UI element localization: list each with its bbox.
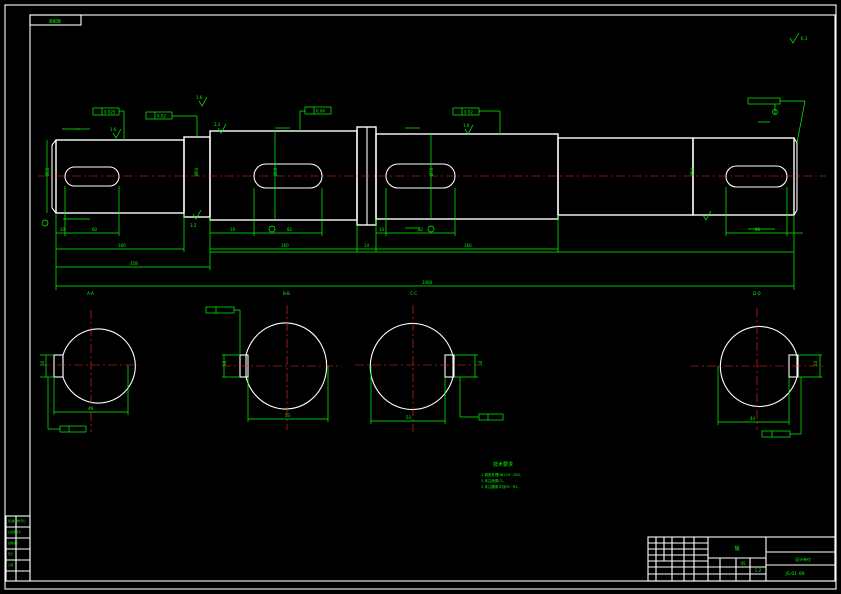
svg-text:1060: 1060 <box>422 280 433 285</box>
roughness-icon: 1.6 3.2 1.6 1.6 3.2 <box>110 95 712 228</box>
svg-text:10: 10 <box>60 227 66 232</box>
svg-text:160: 160 <box>464 243 472 248</box>
dimension-chain-1: 10 60 10 82 10 82 80 160 160 14 160 358 … <box>55 186 803 290</box>
section-view-b: B-B 18 53 <box>205 291 342 430</box>
svg-text:44: 44 <box>750 416 756 421</box>
title-block: 轴 设计单位 JS-01-09 45 1:2 <box>647 536 836 582</box>
svg-text:53: 53 <box>285 413 291 418</box>
inner-frame <box>29 14 836 582</box>
svg-text:14: 14 <box>813 360 818 366</box>
svg-text:0.02: 0.02 <box>464 110 473 115</box>
corner-tag-text: 装配图 <box>49 18 61 24</box>
shaft-main-view: Ø55 Ø60 Ø70 Ø60 Ø50 0.025 0.02 0.04 0.02 <box>38 95 826 290</box>
svg-text:Ø55: Ø55 <box>45 167 50 176</box>
shaft-segment-4 <box>375 133 559 220</box>
left-side-strip: 借(通)用件登记 旧底图总号 底图总号 签字 日期 <box>5 515 31 582</box>
technical-requirements: 技术要求 1.调质处理HB220~250。 2.未注倒角C1。 3.未注圆角半径… <box>481 461 523 489</box>
section-view-a: A-A 16 49 <box>40 291 138 433</box>
svg-text:D-D: D-D <box>753 291 761 296</box>
datum-a-icon <box>41 219 49 227</box>
svg-text:18: 18 <box>478 360 483 366</box>
svg-text:10: 10 <box>230 227 236 232</box>
svg-text:B-B: B-B <box>283 291 290 296</box>
part-name: 轴 <box>734 545 739 552</box>
keyway-4 <box>725 165 788 188</box>
tech-req-line-2: 2.未注倒角C1。 <box>481 478 507 483</box>
svg-text:160: 160 <box>118 243 126 248</box>
keyway-1 <box>64 166 120 187</box>
svg-text:6.3: 6.3 <box>801 36 808 41</box>
svg-text:Ø60: Ø60 <box>194 167 199 176</box>
outer-border <box>4 4 837 590</box>
svg-text:日期: 日期 <box>8 563 14 567</box>
tech-req-title: 技术要求 <box>493 461 513 468</box>
svg-text:签字: 签字 <box>8 552 14 556</box>
datum-b-icon <box>268 225 276 233</box>
corner-tag: 装配图 <box>29 14 82 26</box>
tolerance-frame-3: 0.04 <box>299 106 332 131</box>
svg-text:Ø50: Ø50 <box>690 167 695 176</box>
svg-text:Ø70: Ø70 <box>429 167 434 176</box>
svg-text:0.025: 0.025 <box>104 110 116 115</box>
shaft-segment-2 <box>183 136 211 218</box>
svg-text:C-C: C-C <box>410 291 417 296</box>
svg-text:Ø60: Ø60 <box>273 167 278 176</box>
drawing-number: JS-01-09 <box>785 571 805 577</box>
tolerance-frame-1: 0.025 <box>92 107 125 140</box>
svg-text:1.6: 1.6 <box>110 127 117 132</box>
tolerance-frame-2: 0.02 <box>145 111 198 137</box>
scale: 1:2 <box>755 568 762 573</box>
shaft-segment-5 <box>557 137 694 216</box>
company: 设计单位 <box>795 556 811 562</box>
svg-text:0.02: 0.02 <box>157 114 166 119</box>
svg-text:18: 18 <box>222 360 227 366</box>
material: 45 <box>740 561 746 566</box>
svg-text:49: 49 <box>88 406 94 411</box>
tech-req-line-1: 1.调质处理HB220~250。 <box>481 472 523 477</box>
svg-text:1.6: 1.6 <box>463 123 470 128</box>
svg-text:160: 160 <box>281 243 289 248</box>
shaft-segment-3 <box>209 130 358 221</box>
tech-req-line-3: 3.未注圆角半径R1~R2。 <box>481 484 521 489</box>
shaft-segment-6 <box>692 137 795 216</box>
svg-text:1.6: 1.6 <box>196 95 203 100</box>
svg-text:底图总号: 底图总号 <box>8 541 19 545</box>
svg-text:358: 358 <box>130 261 138 266</box>
svg-text:旧底图总号: 旧底图总号 <box>8 530 21 534</box>
shaft-segment-1 <box>55 139 185 214</box>
datum-c-icon <box>427 225 435 233</box>
svg-text:80: 80 <box>755 227 761 232</box>
svg-text:82: 82 <box>418 227 424 232</box>
svg-text:3.2: 3.2 <box>190 223 197 228</box>
svg-text:A-A: A-A <box>87 291 94 296</box>
engineering-drawing: 装配图 6.3 Ø55 Ø60 Ø70 Ø60 Ø50 0.025 0.02 0… <box>4 4 837 590</box>
section-view-c: C-C 18 53 <box>355 291 504 432</box>
svg-text:60: 60 <box>92 227 98 232</box>
roughness-other-icon: 6.3 <box>789 32 808 44</box>
svg-text:借(通)用件登记: 借(通)用件登记 <box>8 519 26 523</box>
svg-text:14: 14 <box>364 243 370 248</box>
tolerance-frame-4: 0.02 <box>452 107 501 134</box>
svg-text:10: 10 <box>379 227 385 232</box>
section-view-d: D-D 14 44 <box>690 291 826 438</box>
svg-text:53: 53 <box>406 415 412 420</box>
svg-text:0.04: 0.04 <box>316 109 325 114</box>
tolerance-frame-5 <box>747 97 806 144</box>
svg-text:3.2: 3.2 <box>214 122 221 127</box>
svg-text:82: 82 <box>287 227 293 232</box>
svg-text:16: 16 <box>40 360 45 366</box>
